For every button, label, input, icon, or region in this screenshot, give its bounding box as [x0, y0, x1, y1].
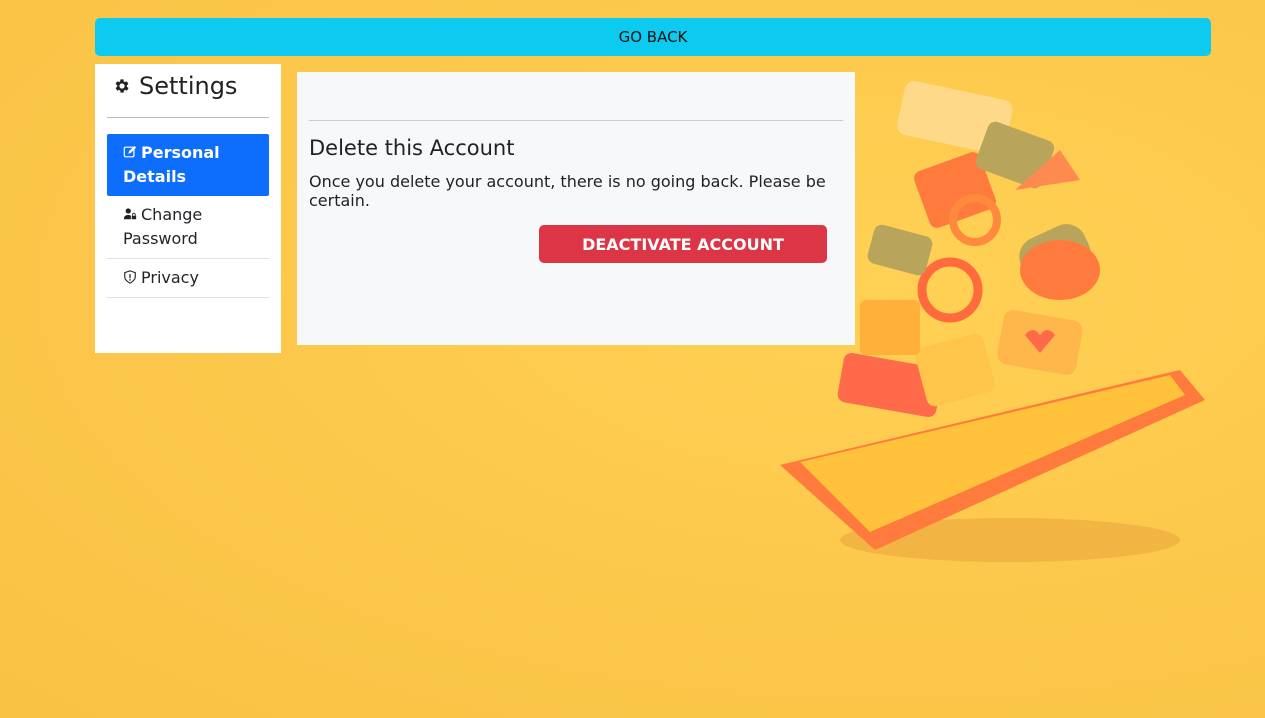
settings-title: Settings [113, 72, 237, 100]
user-lock-icon [123, 208, 137, 220]
nav-item-label: Personal Details [123, 143, 220, 186]
gear-icon [115, 79, 129, 93]
nav-item-label: Privacy [141, 268, 199, 287]
deactivate-account-button[interactable]: DEACTIVATE ACCOUNT [539, 225, 827, 263]
section-description: Once you delete your account, there is n… [309, 172, 826, 210]
panel-divider [309, 120, 843, 121]
section-title: Delete this Account [309, 136, 515, 160]
settings-sidebar: Settings Personal Details Change Passwor… [95, 64, 281, 353]
shield-icon [124, 270, 136, 284]
settings-nav: Personal Details Change Password Privacy [107, 134, 269, 298]
nav-item-change-password[interactable]: Change Password [107, 196, 269, 259]
settings-title-label: Settings [139, 72, 238, 100]
account-panel: Delete this Account Once you delete your… [297, 72, 855, 345]
nav-item-privacy[interactable]: Privacy [107, 259, 269, 298]
edit-icon [123, 145, 137, 158]
go-back-button[interactable]: GO BACK [95, 18, 1211, 56]
nav-item-personal-details[interactable]: Personal Details [107, 134, 269, 196]
sidebar-divider [107, 117, 269, 118]
